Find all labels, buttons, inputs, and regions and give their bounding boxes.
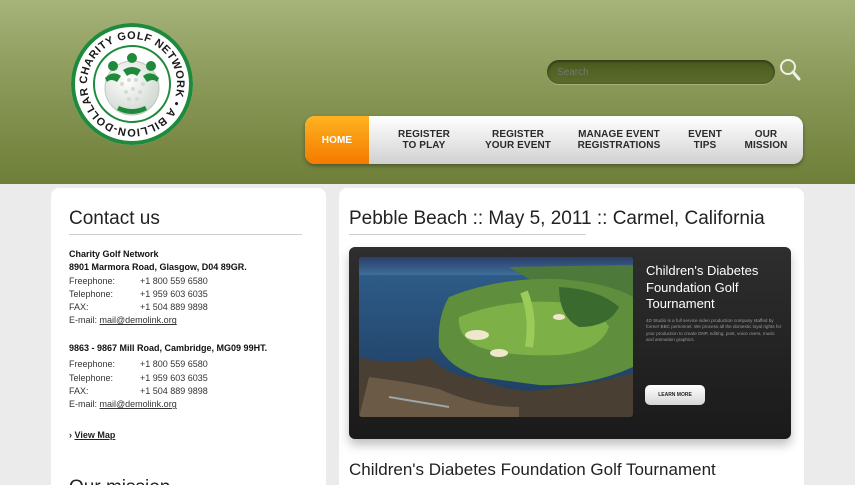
chevron-right-icon: ›	[69, 430, 72, 440]
view-map-row: › View Map	[69, 430, 115, 440]
mission-title: Our mission	[69, 477, 170, 485]
header: CHARITY GOLF NETWORK • A BILLION-DOLLAR …	[0, 0, 855, 184]
address-block-cambridge: 9863 - 9867 Mill Road, Cambridge, MG09 9…	[69, 342, 267, 411]
article-title: Children's Diabetes Foundation Golf Tour…	[349, 460, 716, 479]
email-row: E-mail: mail@demolink.org	[69, 398, 267, 411]
feature-description: 4D Studio is a full service video produc…	[646, 318, 782, 343]
email-row: E-mail: mail@demolink.org	[69, 314, 247, 327]
telephone-label: Telephone:	[69, 372, 114, 383]
main-navigation: HOME REGISTER TO PLAY REGISTER YOUR EVEN…	[305, 116, 803, 164]
learn-more-button[interactable]: LEARN MORE	[645, 385, 705, 405]
featured-event-banner: Children's Diabetes Foundation Golf Tour…	[349, 247, 791, 439]
divider	[69, 234, 302, 235]
search-input[interactable]	[547, 60, 775, 84]
freephone-label: Freephone:	[69, 359, 116, 370]
email-label: E-mail:	[69, 399, 98, 410]
divider	[349, 234, 586, 235]
freephone-row: Freephone: +1 800 559 6580	[69, 275, 247, 288]
view-map-link[interactable]: View Map	[75, 430, 116, 440]
fax-row: FAX: +1 504 889 9898	[69, 385, 267, 398]
telephone-value: +1 959 603 6035	[140, 288, 208, 299]
email-link[interactable]: mail@demolink.org	[100, 315, 177, 325]
fax-label: FAX:	[69, 385, 89, 396]
email-label: E-mail:	[69, 315, 98, 326]
freephone-value: +1 800 559 6580	[140, 275, 208, 286]
charity-golf-network-logo[interactable]: CHARITY GOLF NETWORK • A BILLION-DOLLAR …	[64, 13, 195, 146]
fax-label: FAX:	[69, 302, 89, 313]
freephone-row: Freephone: +1 800 559 6580	[69, 358, 267, 371]
nav-our-mission[interactable]: OUR MISSION	[729, 116, 803, 164]
fax-row: FAX: +1 504 889 9898	[69, 301, 247, 314]
nav-register-to-play[interactable]: REGISTER TO PLAY	[369, 116, 479, 164]
address-line: 8901 Marmora Road, Glasgow, D04 89GR.	[69, 262, 247, 273]
nav-home[interactable]: HOME	[305, 116, 369, 164]
nav-manage-event-registrations[interactable]: MANAGE EVENT REGISTRATIONS	[557, 116, 681, 164]
freephone-value: +1 800 559 6580	[140, 359, 208, 370]
telephone-row: Telephone: +1 959 603 6035	[69, 372, 267, 385]
fax-value: +1 504 889 9898	[140, 385, 208, 396]
nav-register-your-event[interactable]: REGISTER YOUR EVENT	[479, 116, 557, 164]
search-icon[interactable]	[778, 58, 802, 86]
golf-course-image	[359, 257, 633, 417]
nav-event-tips[interactable]: EVENT TIPS	[681, 116, 729, 164]
telephone-row: Telephone: +1 959 603 6035	[69, 288, 247, 301]
contact-panel: Contact us Charity Golf Network 8901 Mar…	[51, 188, 326, 485]
fax-value: +1 504 889 9898	[140, 302, 208, 313]
org-name: Charity Golf Network	[69, 249, 159, 259]
feature-heading: Children's Diabetes Foundation Golf Tour…	[646, 263, 759, 311]
email-link[interactable]: mail@demolink.org	[100, 399, 177, 409]
event-title: Pebble Beach :: May 5, 2011 :: Carmel, C…	[349, 208, 765, 229]
address-line: 9863 - 9867 Mill Road, Cambridge, MG09 9…	[69, 343, 268, 353]
telephone-label: Telephone:	[69, 288, 114, 299]
telephone-value: +1 959 603 6035	[140, 372, 208, 383]
contact-title: Contact us	[69, 208, 160, 229]
freephone-label: Freephone:	[69, 275, 116, 286]
event-panel: Pebble Beach :: May 5, 2011 :: Carmel, C…	[339, 188, 804, 485]
address-block-glasgow: Charity Golf Network 8901 Marmora Road, …	[69, 248, 247, 328]
